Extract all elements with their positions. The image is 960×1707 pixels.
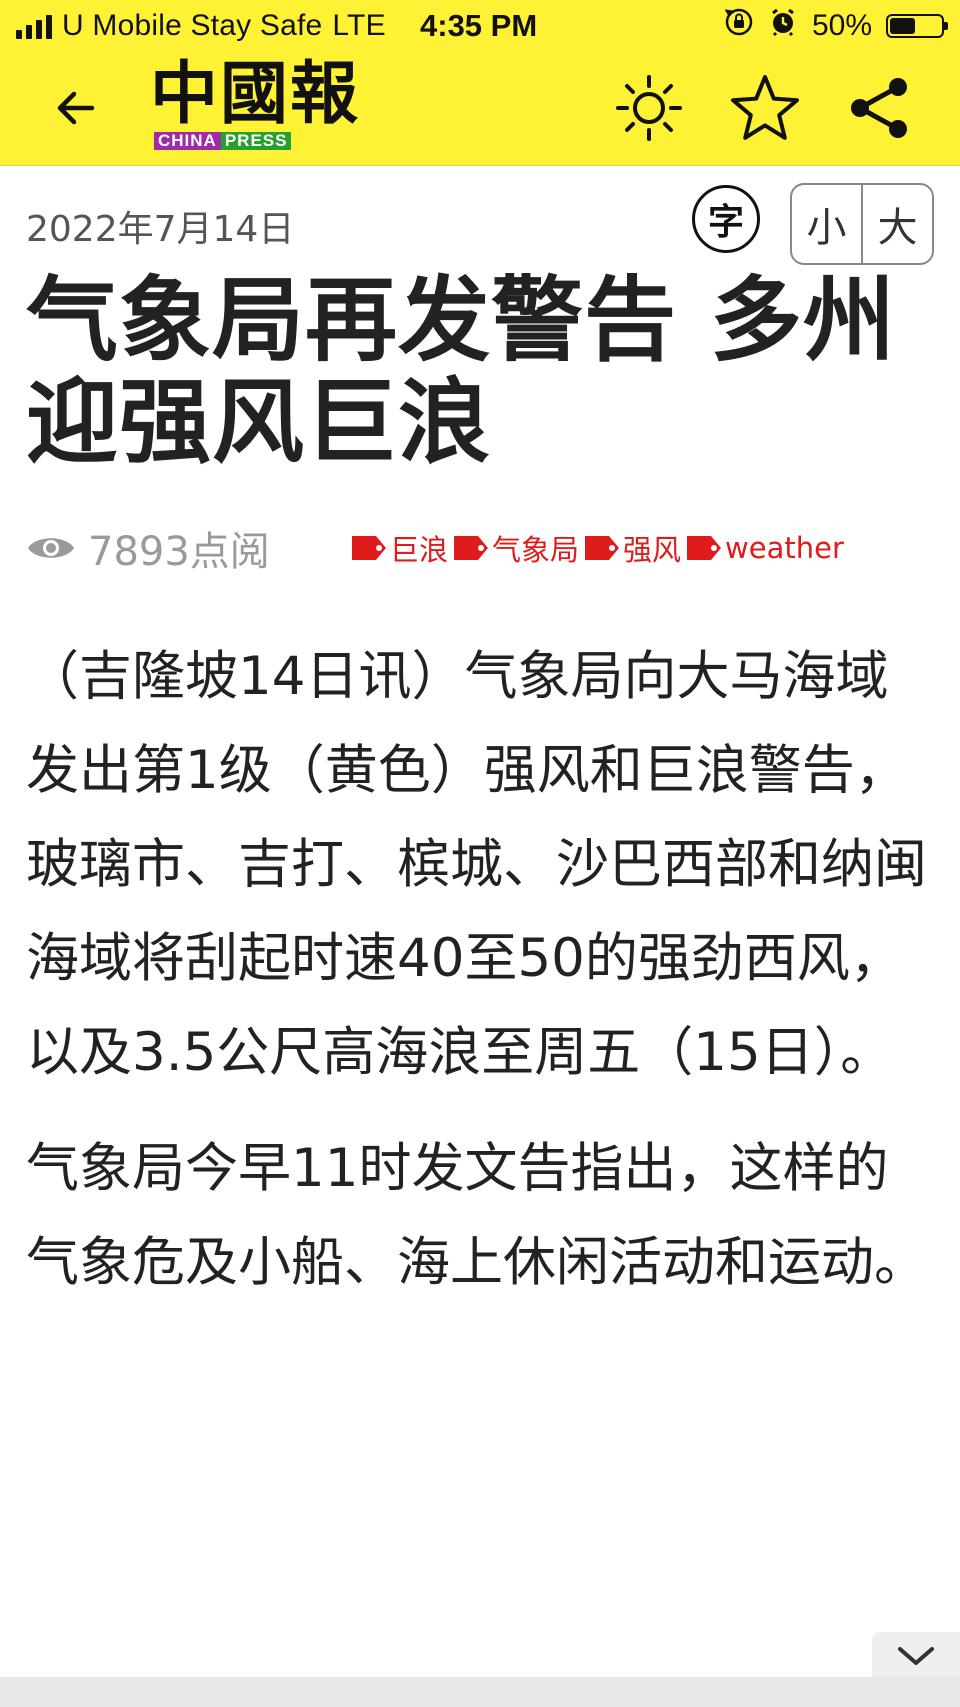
font-large-button[interactable]: 大 xyxy=(861,185,932,263)
article-body: （吉隆坡14日讯）气象局向大马海域发出第1级（黄色）强风和巨浪警告，玻璃市、吉打… xyxy=(26,630,936,1332)
status-right: 50% xyxy=(724,7,948,45)
battery-nub xyxy=(944,22,948,30)
tag-icon xyxy=(454,536,489,560)
article-date: 2022年7月14日 xyxy=(26,209,295,250)
share-icon xyxy=(851,78,907,138)
status-time: 4:35 PM xyxy=(420,8,538,43)
star-icon xyxy=(731,75,799,140)
signal-strength-icon xyxy=(16,13,52,39)
network-type: LTE xyxy=(332,9,386,42)
article-paragraph: 气象局今早11时发文告指出，这样的气象危及小船、海上休闲活动和运动。 xyxy=(26,1138,927,1293)
app-bar: 中國報 CHINA PRESS xyxy=(0,52,960,165)
logo-english-text: CHINA PRESS xyxy=(154,132,292,150)
article-screen: U Mobile Stay Safe LTE 4:35 PM 50% 中國報 C… xyxy=(0,0,960,1707)
scroll-down-button[interactable] xyxy=(872,1632,960,1678)
article-title: 气象局再发警告 多州迎强风巨浪 xyxy=(26,267,897,476)
status-left: U Mobile Stay Safe LTE xyxy=(16,8,386,44)
orientation-lock-icon xyxy=(724,7,754,45)
bottom-bar xyxy=(0,1677,960,1707)
article-stats-row: 7893点阅 巨浪 气象局 强风 weather xyxy=(26,518,934,578)
view-count: 7893点阅 xyxy=(26,519,326,577)
logo-chinese-text: 中國報 xyxy=(150,54,361,134)
tag-label: weather xyxy=(725,531,844,565)
battery-icon xyxy=(886,14,948,38)
tag-label: 强风 xyxy=(623,533,682,567)
favorite-button[interactable] xyxy=(723,66,807,150)
alarm-icon xyxy=(768,7,798,45)
tag-icon xyxy=(585,536,620,560)
article-meta-row: 2022年7月14日 字 小 大 xyxy=(26,182,934,268)
battery-percent: 50% xyxy=(811,9,872,42)
back-button[interactable] xyxy=(44,76,108,140)
top-bar: U Mobile Stay Safe LTE 4:35 PM 50% 中國報 C… xyxy=(0,0,960,166)
status-bar: U Mobile Stay Safe LTE 4:35 PM 50% xyxy=(0,0,960,52)
tag-icon xyxy=(687,536,722,560)
theme-toggle-button[interactable] xyxy=(607,66,691,150)
font-size-toggle: 小 大 xyxy=(790,183,934,265)
tag-label: 巨浪 xyxy=(390,533,449,567)
china-press-logo[interactable]: 中國報 CHINA PRESS xyxy=(150,58,378,158)
tag-label: 气象局 xyxy=(492,533,580,567)
brightness-icon xyxy=(616,75,682,141)
tag-item[interactable]: 气象局 xyxy=(452,527,579,569)
back-arrow-icon xyxy=(57,91,95,125)
chevron-down-icon xyxy=(898,1647,934,1665)
eye-icon xyxy=(28,538,74,558)
font-size-badge: 字 xyxy=(692,185,760,253)
logo-press: PRESS xyxy=(220,132,292,150)
battery-fill xyxy=(890,18,915,34)
tag-item[interactable]: weather xyxy=(685,531,844,565)
logo-china: CHINA xyxy=(154,132,221,150)
carrier-name: U Mobile Stay Safe xyxy=(62,9,323,42)
tag-list: 巨浪 气象局 强风 weather xyxy=(350,527,844,569)
tag-item[interactable]: 巨浪 xyxy=(350,527,448,569)
font-small-button[interactable]: 小 xyxy=(792,185,861,263)
article-paragraph: （吉隆坡14日讯）气象局向大马海域发出第1级（黄色）强风和巨浪警告，玻璃市、吉打… xyxy=(26,646,927,1083)
view-count-text: 7893点阅 xyxy=(88,529,270,575)
tag-item[interactable]: 强风 xyxy=(583,527,681,569)
tag-icon xyxy=(352,536,386,560)
share-button[interactable] xyxy=(838,66,922,150)
